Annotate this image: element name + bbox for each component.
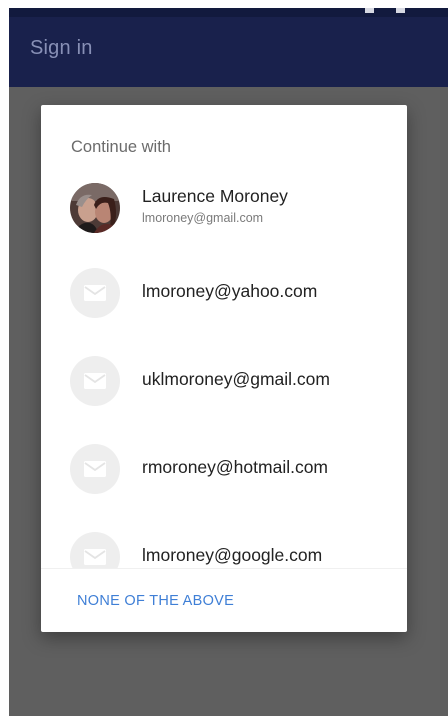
status-bar xyxy=(9,8,448,17)
dialog-title: Continue with xyxy=(71,138,171,156)
mail-envelope-icon xyxy=(84,285,106,301)
mail-avatar xyxy=(70,268,120,318)
account-picker-dialog: Continue with Laurence Moroney lmoroney@… xyxy=(41,105,407,632)
mail-envelope-icon xyxy=(84,461,106,477)
account-row[interactable]: lmoroney@yahoo.com xyxy=(41,258,407,346)
account-row-primary[interactable]: Laurence Moroney lmoroney@gmail.com xyxy=(41,176,407,258)
account-email: lmoroney@yahoo.com xyxy=(142,281,318,301)
account-row[interactable]: rmoroney@hotmail.com xyxy=(41,434,407,522)
account-row[interactable]: lmoroney@google.com xyxy=(41,522,407,568)
account-avatar xyxy=(70,183,120,233)
phone-screen: Sign in Continue with Laurence Moroney l… xyxy=(9,8,448,716)
account-name: Laurence Moroney xyxy=(142,186,288,206)
account-email: rmoroney@hotmail.com xyxy=(142,457,329,477)
list-divider xyxy=(41,568,407,569)
account-list[interactable]: Laurence Moroney lmoroney@gmail.com lmor… xyxy=(41,176,407,568)
mail-envelope-icon xyxy=(84,373,106,389)
status-signal-icon xyxy=(365,8,374,13)
status-battery-icon xyxy=(396,8,405,13)
user-photo-avatar-icon xyxy=(70,183,120,233)
account-email: uklmoroney@gmail.com xyxy=(142,369,330,389)
account-email: lmoroney@gmail.com xyxy=(142,211,264,225)
mail-envelope-icon xyxy=(84,549,106,565)
account-row[interactable]: uklmoroney@gmail.com xyxy=(41,346,407,434)
app-bar-title: Sign in xyxy=(30,37,93,59)
none-of-the-above-button[interactable]: NONE OF THE ABOVE xyxy=(77,593,234,609)
mail-avatar xyxy=(70,532,120,568)
account-email: lmoroney@google.com xyxy=(142,545,323,565)
app-bar: Sign in xyxy=(9,17,448,87)
mail-avatar xyxy=(70,444,120,494)
mail-avatar xyxy=(70,356,120,406)
